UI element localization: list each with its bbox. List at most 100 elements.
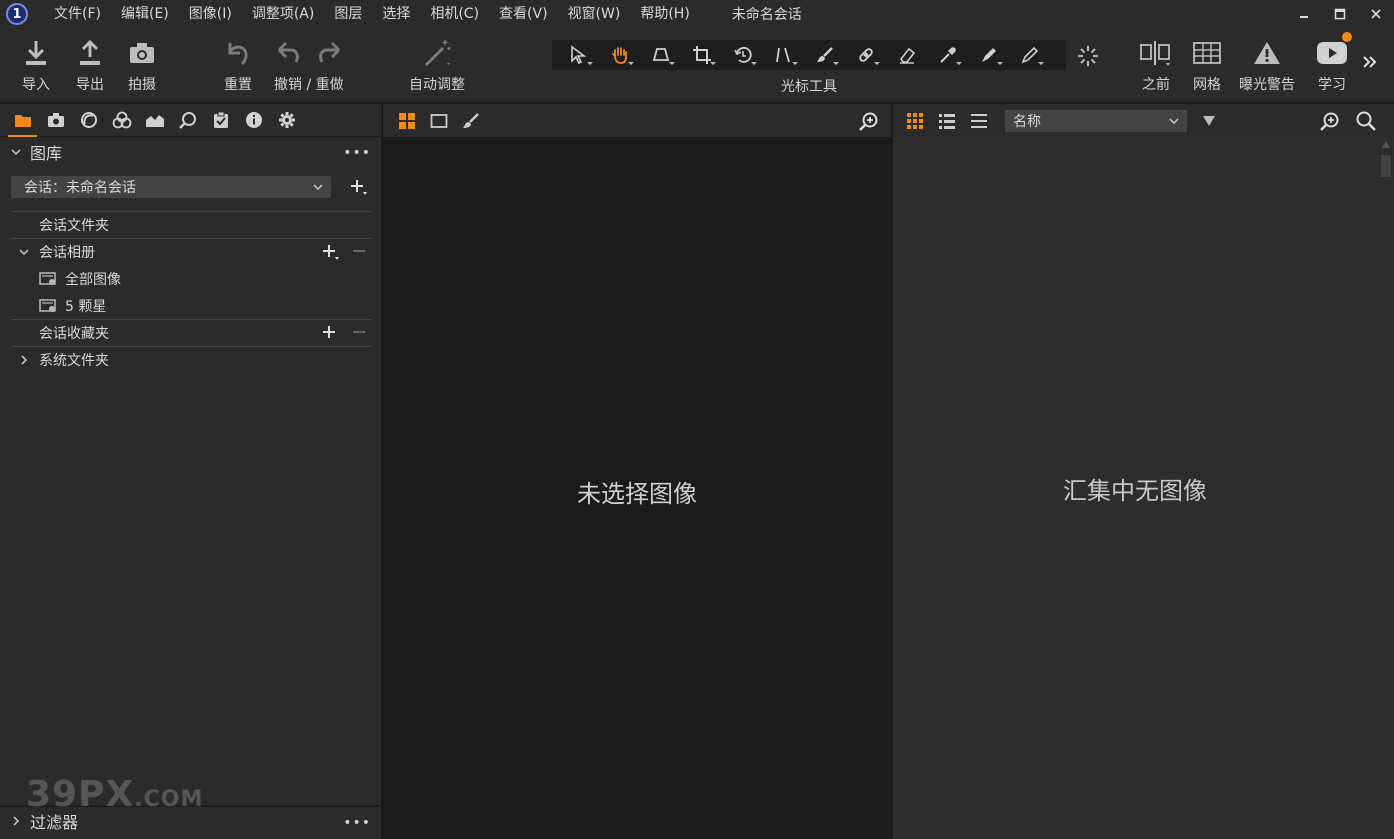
select-tool[interactable]	[558, 40, 599, 70]
browser-search-button[interactable]	[1350, 104, 1382, 137]
histogram-icon	[145, 115, 164, 127]
sort-direction-button[interactable]	[1202, 114, 1216, 132]
undo-icon[interactable]	[276, 39, 302, 67]
arrow-cursor-icon	[570, 45, 586, 65]
more-tools-button[interactable]	[1362, 54, 1378, 74]
pen-tool[interactable]	[1009, 40, 1050, 70]
more-options-icon[interactable]: •••	[343, 815, 371, 831]
tab-exposure[interactable]	[138, 104, 171, 137]
menu-image[interactable]: 图像(I)	[179, 0, 242, 28]
add-album-icon[interactable]	[321, 243, 341, 261]
multi-view-button[interactable]	[391, 104, 423, 137]
app-logo-icon[interactable]: 1	[6, 3, 28, 25]
viewer-empty-message: 未选择图像	[577, 480, 697, 508]
viewer-toolbar	[383, 104, 891, 137]
menu-edit[interactable]: 编辑(E)	[111, 0, 179, 28]
tab-metadata[interactable]	[237, 104, 270, 137]
heal-tool[interactable]	[845, 40, 886, 70]
library-list: 会话文件夹 会话相册 全部图像 5 颗星 会话收藏夹 系统文件夹	[11, 211, 371, 373]
menu-file[interactable]: 文件(F)	[44, 0, 111, 28]
list-item-all-images[interactable]: 全部图像	[11, 265, 371, 292]
list-view-button[interactable]	[931, 104, 963, 137]
browser-zoom-button[interactable]	[1314, 104, 1346, 137]
gear-icon	[278, 112, 295, 128]
sort-select-value: 名称	[1013, 114, 1041, 130]
learn-button[interactable]: 学习	[1316, 32, 1352, 94]
image-viewer[interactable]: 未选择图像	[383, 137, 891, 839]
brush-tool[interactable]	[804, 40, 845, 70]
menu-view[interactable]: 查看(V)	[489, 0, 558, 28]
detail-view-button[interactable]	[963, 104, 995, 137]
export-button[interactable]: 导出	[76, 36, 104, 94]
color-picker-tool[interactable]	[927, 40, 968, 70]
scroll-thumb[interactable]	[1381, 155, 1391, 177]
exposure-warning-button[interactable]: 曝光警告	[1239, 36, 1295, 94]
menu-camera[interactable]: 相机(C)	[420, 0, 489, 28]
menu-layers[interactable]: 图层	[324, 0, 372, 28]
tab-settings[interactable]	[270, 104, 303, 137]
remove-favorite-icon[interactable]	[351, 324, 367, 342]
add-session-button[interactable]	[349, 178, 369, 200]
more-options-icon[interactable]: •••	[343, 145, 371, 161]
watermark-logo: 39PX.COM	[26, 774, 204, 815]
spinner-indicator	[1076, 44, 1100, 72]
single-view-button[interactable]	[423, 104, 455, 137]
pan-tool[interactable]	[599, 40, 640, 70]
tab-library[interactable]	[6, 104, 39, 137]
menu-select[interactable]: 选择	[372, 0, 420, 28]
list-item-session-albums[interactable]: 会话相册	[11, 238, 371, 265]
import-button[interactable]: 导入	[22, 36, 50, 94]
tab-capture[interactable]	[39, 104, 72, 137]
crop-tool[interactable]	[681, 40, 722, 70]
thumbnail-grid-icon	[907, 112, 923, 129]
straighten-tool[interactable]	[763, 40, 804, 70]
annotate-tool[interactable]	[968, 40, 1009, 70]
capture-button[interactable]: 拍摄	[128, 36, 156, 94]
tab-lens[interactable]	[72, 104, 105, 137]
straighten-icon	[775, 47, 790, 63]
plus-icon	[351, 180, 367, 195]
image-browser[interactable]: 汇集中无图像	[893, 137, 1394, 839]
menu-adjustments[interactable]: 调整项(A)	[242, 0, 325, 28]
browser-scrollbar[interactable]	[1378, 137, 1394, 839]
minimize-button[interactable]	[1286, 0, 1322, 28]
list-item-session-favorites[interactable]: 会话收藏夹	[11, 319, 371, 346]
eraser-tool[interactable]	[886, 40, 927, 70]
keystone-icon	[652, 48, 669, 61]
remove-album-icon[interactable]	[351, 243, 367, 261]
triangle-down-icon	[1203, 116, 1215, 126]
before-button[interactable]: 之前	[1139, 36, 1173, 94]
sort-select[interactable]: 名称	[1005, 110, 1187, 132]
chevron-right-icon	[21, 355, 28, 365]
auto-adjust-button[interactable]: 自动调整	[409, 36, 465, 94]
tab-adjustments[interactable]	[204, 104, 237, 137]
rotate-icon	[733, 46, 752, 63]
list-item-five-stars[interactable]: 5 颗星	[11, 292, 371, 319]
list-item-system-folders[interactable]: 系统文件夹	[11, 346, 371, 373]
rotate-tool[interactable]	[722, 40, 763, 70]
keystone-tool[interactable]	[640, 40, 681, 70]
close-button[interactable]	[1358, 0, 1394, 28]
tab-color[interactable]	[105, 104, 138, 137]
session-select[interactable]: 会话：未命名会话	[11, 176, 331, 198]
library-section-header[interactable]: 图库 •••	[0, 137, 381, 167]
scroll-up-icon[interactable]	[1382, 141, 1390, 148]
window-controls	[1286, 0, 1394, 28]
maximize-button[interactable]	[1322, 0, 1358, 28]
redo-icon[interactable]	[316, 39, 342, 67]
menu-window[interactable]: 视窗(W)	[558, 0, 631, 28]
brush-view-button[interactable]	[455, 104, 487, 137]
list-item-session-folders[interactable]: 会话文件夹	[11, 211, 371, 238]
spinner-icon	[1078, 46, 1098, 66]
add-favorite-icon[interactable]	[321, 324, 341, 342]
reset-button[interactable]: 重置	[224, 36, 252, 94]
color-circles-icon	[112, 111, 131, 129]
viewer-zoom-button[interactable]	[853, 104, 885, 137]
grid-view-icon	[399, 112, 415, 129]
thumbnail-view-button[interactable]	[899, 104, 931, 137]
menu-help[interactable]: 帮助(H)	[630, 0, 699, 28]
grid-button[interactable]: 网格	[1192, 36, 1222, 94]
camera-icon	[130, 43, 154, 63]
left-tool-panel: 图库 ••• 会话：未命名会话 会话文件夹 会话相册 全部图像 5 颗星 会话收…	[0, 104, 381, 839]
tab-details[interactable]	[171, 104, 204, 137]
